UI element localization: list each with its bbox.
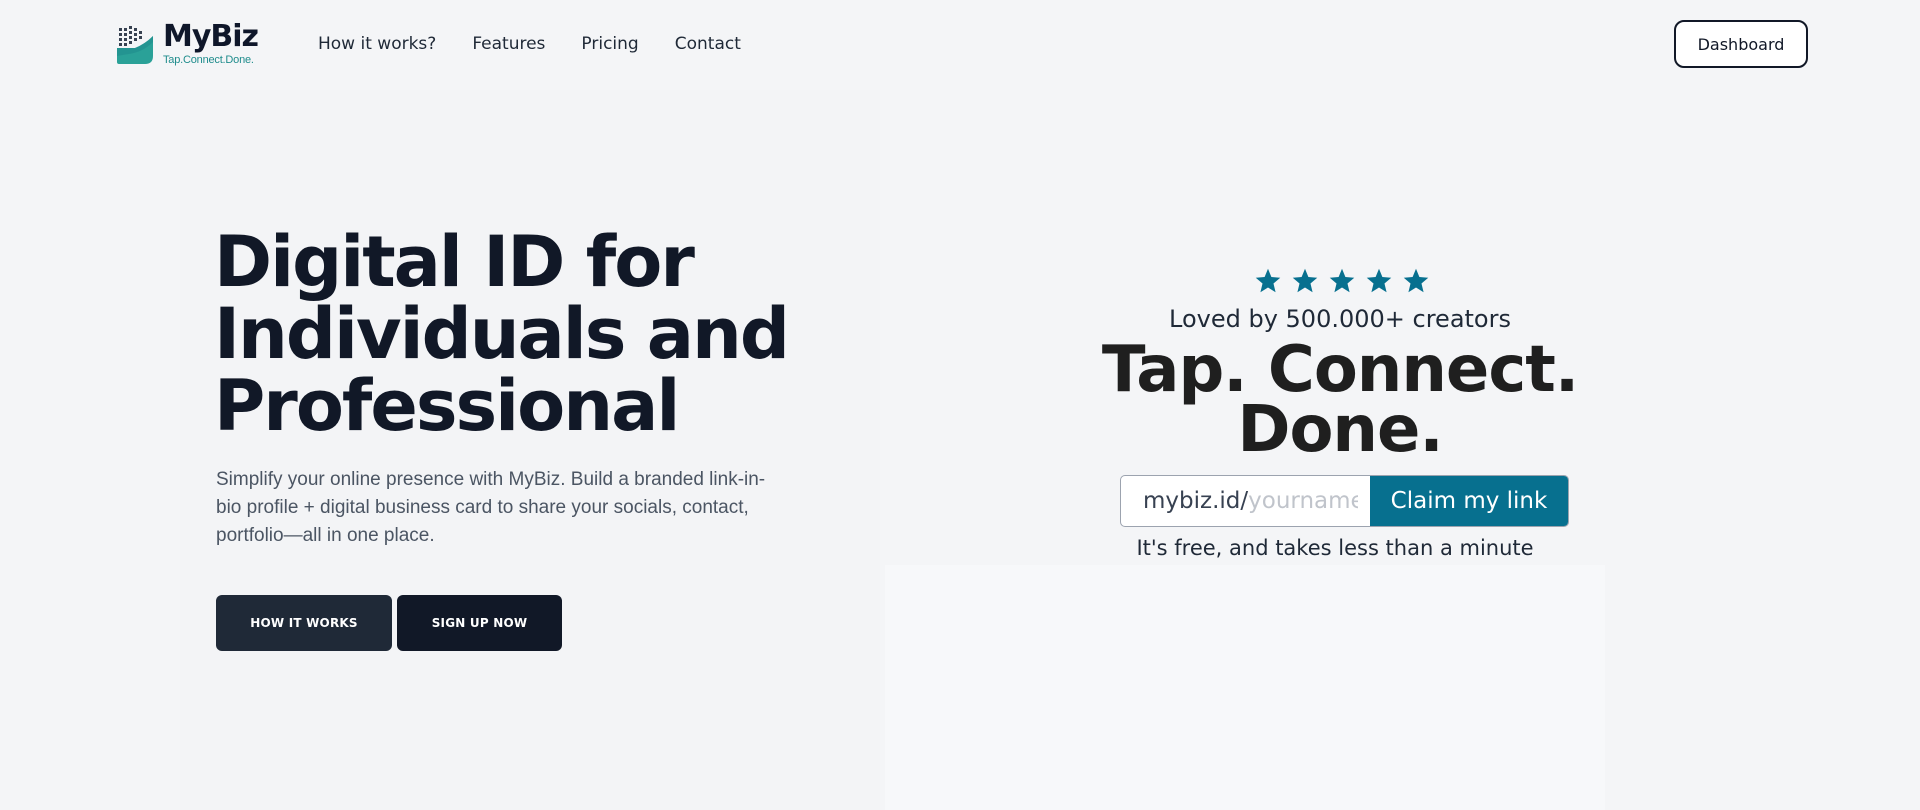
rating-stars xyxy=(1254,258,1434,304)
site-header: MyBiz Tap.Connect.Done. How it works? Fe… xyxy=(0,0,1920,88)
dashboard-button[interactable]: Dashboard xyxy=(1674,20,1808,68)
landing-page: MyBiz Tap.Connect.Done. How it works? Fe… xyxy=(0,0,1920,810)
social-proof-text: Loved by 500.000+ creators xyxy=(1169,305,1511,333)
brand-logo[interactable]: MyBiz Tap.Connect.Done. xyxy=(115,20,265,68)
logo-tagline: Tap.Connect.Done. xyxy=(163,54,254,66)
claim-url-prefix: mybiz.id/ xyxy=(1143,488,1249,514)
hero-subtitle: Simplify your online presence with MyBiz… xyxy=(216,469,766,546)
nav-item-contact[interactable]: Contact xyxy=(675,34,741,54)
claim-field[interactable]: mybiz.id/ xyxy=(1121,476,1370,526)
main-nav: How it works? Features Pricing Contact xyxy=(318,0,741,88)
nav-item-pricing[interactable]: Pricing xyxy=(581,34,638,54)
free-note: It's free, and takes less than a minute xyxy=(1136,536,1534,560)
claim-link-form: mybiz.id/ Claim my link xyxy=(1120,475,1569,527)
promo-tagline: Tap. Connect. Done. xyxy=(1101,333,1579,467)
hero-title: Digital ID for Individuals and Professio… xyxy=(214,221,790,447)
username-input[interactable] xyxy=(1248,488,1359,514)
logo-icon xyxy=(115,22,157,66)
logo-name: MyBiz xyxy=(163,19,259,54)
background-panel xyxy=(885,565,1605,810)
star-icon xyxy=(1366,268,1392,293)
star-icon xyxy=(1255,268,1281,293)
how-it-works-button[interactable]: HOW IT WORKS xyxy=(216,595,392,651)
star-icon xyxy=(1329,268,1355,293)
nav-item-how-it-works[interactable]: How it works? xyxy=(318,34,436,54)
star-icon xyxy=(1403,268,1429,293)
background-panel xyxy=(180,90,880,810)
claim-link-button[interactable]: Claim my link xyxy=(1370,476,1568,526)
star-icon xyxy=(1292,268,1318,293)
sign-up-button[interactable]: SIGN UP NOW xyxy=(397,595,562,651)
nav-item-features[interactable]: Features xyxy=(472,34,545,54)
